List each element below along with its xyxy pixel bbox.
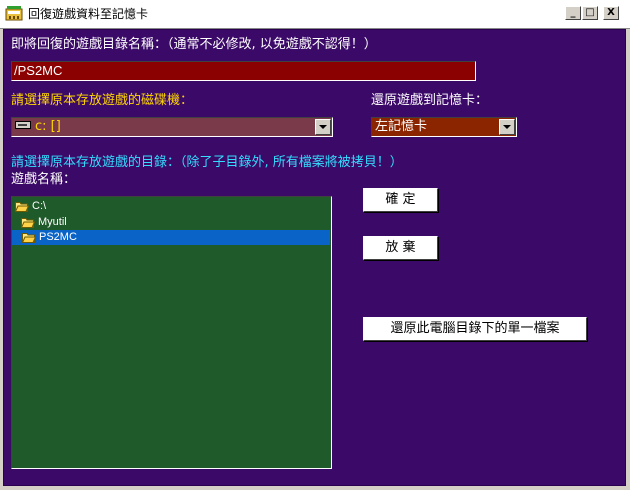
game-name-label: 遊戲名稱： <box>11 172 77 187</box>
dir-name-input[interactable]: /PS2MC <box>11 61 476 81</box>
restore-single-file-button[interactable]: 還原此電腦目錄下的單一檔案 <box>363 317 587 341</box>
maximize-button[interactable]: □ <box>582 6 598 20</box>
app-window: 回復遊戲資料至記憶卡 _ □ X 即將回復的遊戲目錄名稱：（通常不必修改, 以免… <box>0 0 630 490</box>
tree-item-folder-selected[interactable]: PS2MC <box>12 230 330 245</box>
tree-item-label: Myutil <box>38 216 67 228</box>
confirm-button[interactable]: 確 定 <box>363 188 438 212</box>
drive-select-text: c: [] <box>35 119 61 134</box>
chevron-down-icon[interactable] <box>315 119 331 135</box>
drive-select[interactable]: c: [] <box>11 117 333 137</box>
dialog-body: 即將回復的遊戲目錄名稱：（通常不必修改, 以免遊戲不認得！） /PS2MC 請選… <box>3 29 626 486</box>
minimize-button[interactable]: _ <box>565 6 581 20</box>
tree-item-drive[interactable]: C:\ <box>14 199 47 214</box>
tree-item-folder[interactable]: Myutil <box>20 215 67 230</box>
memory-card-select-value: 左記憶卡 <box>375 119 428 134</box>
tree-item-label: C:\ <box>32 200 47 212</box>
restore-to-label: 還原遊戲到記憶卡： <box>371 93 489 108</box>
tree-item-label: PS2MC <box>39 231 77 243</box>
memory-card-icon <box>5 5 23 21</box>
directory-tree[interactable]: C:\ Myutil PS2MC <box>11 196 332 469</box>
cancel-button[interactable]: 放 棄 <box>363 236 438 260</box>
close-button[interactable]: X <box>603 6 619 20</box>
hard-drive-icon <box>15 118 31 135</box>
memory-card-select[interactable]: 左記憶卡 <box>371 117 517 137</box>
folder-open-icon <box>21 232 37 248</box>
chevron-down-icon[interactable] <box>499 119 515 135</box>
title-bar[interactable]: 回復遊戲資料至記憶卡 _ □ X <box>0 0 630 29</box>
drive-select-value: c: [] <box>15 118 61 135</box>
drive-label: 請選擇原本存放遊戲的磁碟機： <box>11 93 194 108</box>
window-title: 回復遊戲資料至記憶卡 <box>28 7 149 21</box>
dir-select-label: 請選擇原本存放遊戲的目錄：（除了子目錄外, 所有檔案將被拷貝！） <box>11 155 403 170</box>
dir-name-label: 即將回復的遊戲目錄名稱：（通常不必修改, 以免遊戲不認得！） <box>11 37 377 52</box>
